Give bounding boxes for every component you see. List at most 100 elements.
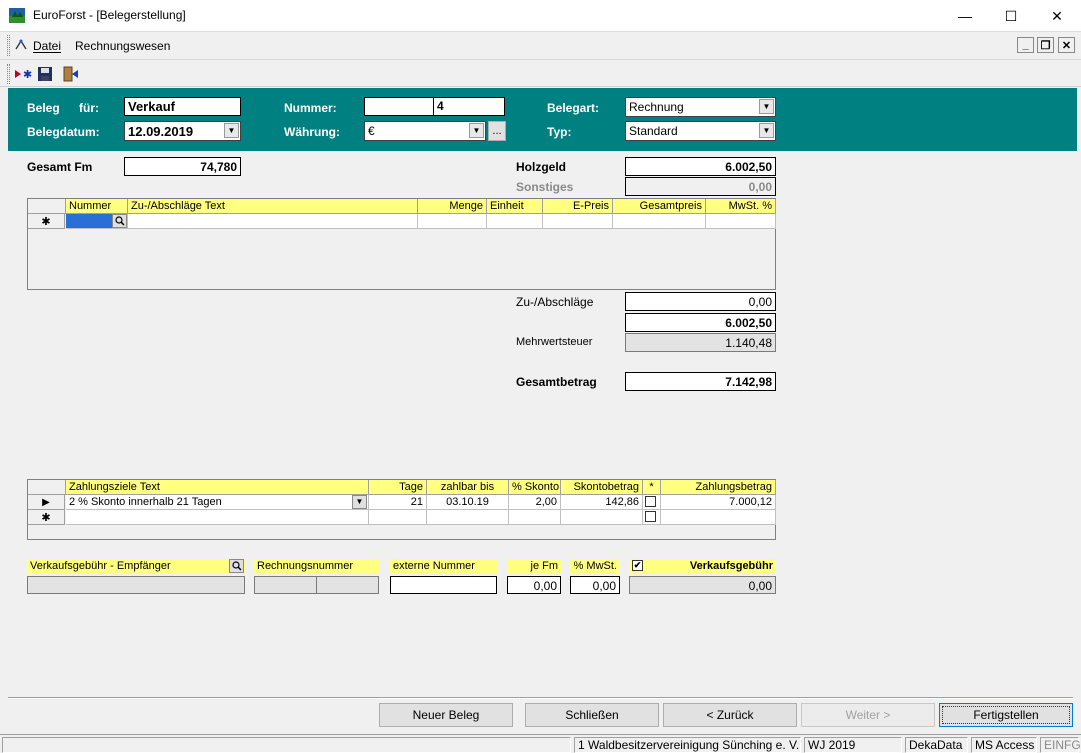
chevron-down-icon[interactable]: ▼ [352,495,367,509]
skontobetrag-cell[interactable]: 142,86 [561,495,643,510]
zuabschlaege-label: Zu-/Abschläge [516,295,594,309]
col-menge[interactable]: Menge [418,199,487,214]
epreis-cell[interactable] [543,214,613,229]
zurueck-button[interactable]: < Zurück [663,703,797,727]
mdi-restore-button[interactable]: ❐ [1037,37,1054,53]
weiter-button[interactable]: Weiter > [801,703,935,727]
close-button[interactable]: ✕ [1034,0,1080,32]
beleg-label: Beleg [27,101,60,115]
new-zahlungsziel-text-cell[interactable] [66,510,369,525]
menge-cell[interactable] [418,214,487,229]
col-tage[interactable]: Tage [369,480,427,495]
belegdatum-value: 12.09.2019 [128,124,194,139]
waehrung-select[interactable]: € ▼ [364,121,486,141]
new-row-checkbox[interactable] [645,511,656,522]
typ-label: Typ: [547,125,572,139]
exit-icon[interactable] [62,65,80,83]
col-einheit[interactable]: Einheit [487,199,543,214]
verkaufsgebuehr-label: ✔ Verkaufsgebühr [629,559,776,574]
col-zahlbar-bis[interactable]: zahlbar bis [427,480,509,495]
col-epreis[interactable]: E-Preis [543,199,613,214]
status-access: MS Access [971,737,1037,753]
gesamtbetrag-field: 7.142,98 [625,372,776,391]
menu-rechnungswesen-label: Rechnungswesen [75,39,171,53]
gebuehr-mwst-field[interactable]: 0,00 [570,576,620,594]
col-gesamtpreis[interactable]: Gesamtpreis [613,199,706,214]
minimize-button[interactable]: — [942,0,988,32]
zu-text-cell[interactable] [128,214,418,229]
waehrung-label: Währung: [284,125,340,139]
new-zahlungsbetrag-cell[interactable] [661,510,776,525]
col-star[interactable]: * [643,480,661,495]
divider [8,697,1073,699]
holzgeld-label: Holzgeld [516,160,566,174]
new-skontobetrag-cell[interactable] [561,510,643,525]
mwst-cell[interactable] [706,214,776,229]
col-nummer[interactable]: Nummer [66,199,128,214]
belegart-select[interactable]: Rechnung ▼ [625,97,776,117]
new-star-cell[interactable] [643,510,661,525]
col-skontobetrag[interactable]: Skontobetrag [561,480,643,495]
externe-nummer-field[interactable] [390,576,497,594]
mdi-child-icon[interactable] [14,38,28,55]
status-bar: 1 Waldbesitzervereinigung Sünching e. V.… [0,734,1081,753]
star-cell[interactable] [643,495,661,510]
toolbar-grip [7,64,10,84]
mdi-close-button[interactable]: ✕ [1058,37,1075,53]
new-zahlbar-bis-cell[interactable] [427,510,509,525]
menu-rechnungswesen[interactable]: Rechnungswesen [75,39,170,53]
gesamtpreis-cell[interactable] [613,214,706,229]
col-zahlungsbetrag[interactable]: Zahlungsbetrag [661,480,776,495]
new-tage-cell[interactable] [369,510,427,525]
new-row-marker: ✱ [28,510,65,525]
status-org: 1 Waldbesitzervereinigung Sünching e. V. [574,737,801,753]
verkaufsgebuehr-label-text: Verkaufsgebühr [689,560,773,572]
col-mwst[interactable]: MwSt. % [706,199,776,214]
row-checkbox[interactable] [645,496,656,507]
col-zu-text[interactable]: Zu-/Abschläge Text [128,199,418,214]
search-icon[interactable] [229,559,244,573]
typ-select[interactable]: Standard ▼ [625,121,776,141]
verkaufsgebuehr-checkbox[interactable]: ✔ [632,560,643,571]
maximize-button[interactable]: ☐ [988,0,1034,32]
menu-datei[interactable]: Datei [33,39,61,53]
einheit-cell[interactable] [487,214,543,229]
tage-cell[interactable]: 21 [369,495,427,510]
chevron-down-icon[interactable]: ▼ [759,123,774,138]
nummer-prefix-field[interactable] [364,97,434,116]
col-skonto[interactable]: % Skonto [509,480,561,495]
skonto-cell[interactable]: 2,00 [509,495,561,510]
fertigstellen-button[interactable]: Fertigstellen [939,703,1073,727]
mdi-minimize-button[interactable]: _ [1017,37,1034,53]
rechnungsnummer-field-1 [254,576,317,594]
je-fm-field[interactable]: 0,00 [507,576,561,594]
new-document-icon[interactable]: ✱ [14,65,32,83]
toolbar: ✱ [0,61,1081,87]
neuer-beleg-button[interactable]: Neuer Beleg [379,703,513,727]
col-zahlungsziele-text[interactable]: Zahlungsziele Text [66,480,369,495]
mwst-field: 1.140,48 [625,333,776,352]
app-icon [9,8,25,23]
zahlbar-bis-cell[interactable]: 03.10.19 [427,495,509,510]
waehrung-browse-button[interactable]: ... [488,121,506,141]
svg-text:✱: ✱ [23,68,32,81]
save-icon[interactable] [36,65,54,83]
gebuehr-mwst-label: % MwSt. [570,559,620,574]
typ-value: Standard [629,124,678,138]
je-fm-label: je Fm [507,559,561,574]
beleg-field[interactable]: Verkauf [124,97,241,116]
search-icon[interactable] [112,214,127,228]
zahlungsziel-text-cell[interactable]: 2 % Skonto innerhalb 21 Tagen ▼ [66,495,369,510]
zahlungsziel-text: 2 % Skonto innerhalb 21 Tagen [69,496,222,508]
empfaenger-label-text: Verkaufsgebühr - Empfänger [30,560,171,572]
belegdatum-picker[interactable]: 12.09.2019 ▼ [124,121,241,141]
zahlungsbetrag-cell[interactable]: 7.000,12 [661,495,776,510]
schliessen-button[interactable]: Schließen [525,703,659,727]
new-skonto-cell[interactable] [509,510,561,525]
chevron-down-icon[interactable]: ▼ [469,123,484,138]
current-row-marker: ▶ [28,495,65,510]
chevron-down-icon[interactable]: ▼ [759,99,774,114]
chevron-down-icon[interactable]: ▼ [224,123,239,138]
nummer-cell[interactable] [66,214,128,229]
nummer-field[interactable]: 4 [433,97,505,116]
